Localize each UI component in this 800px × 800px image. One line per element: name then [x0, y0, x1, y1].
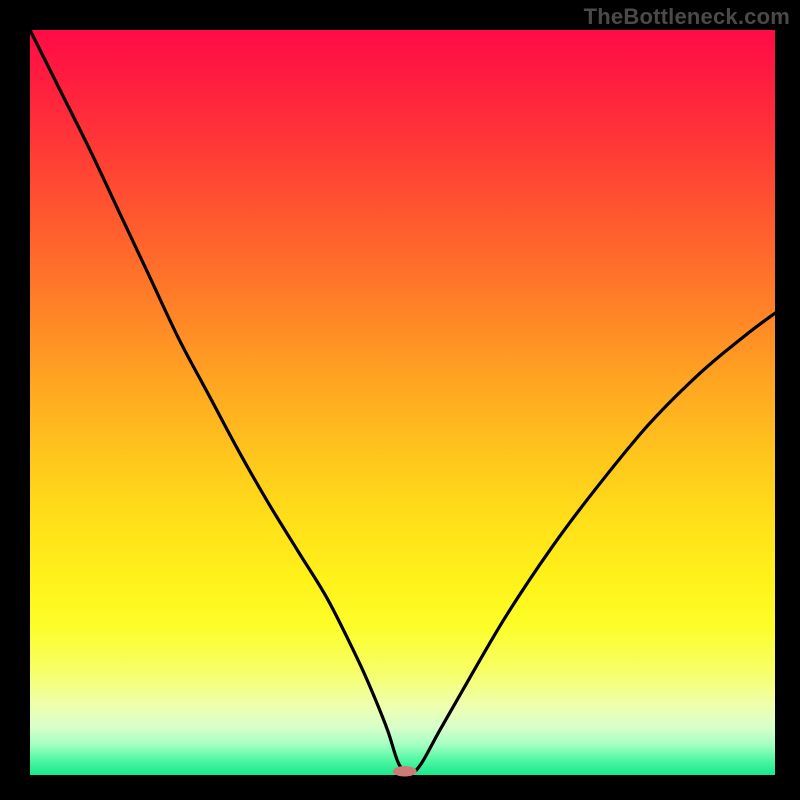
watermark-text: TheBottleneck.com — [584, 4, 790, 30]
plot-background — [30, 30, 775, 775]
optimal-marker — [393, 766, 417, 776]
bottleneck-chart — [0, 0, 800, 800]
chart-stage: TheBottleneck.com — [0, 0, 800, 800]
